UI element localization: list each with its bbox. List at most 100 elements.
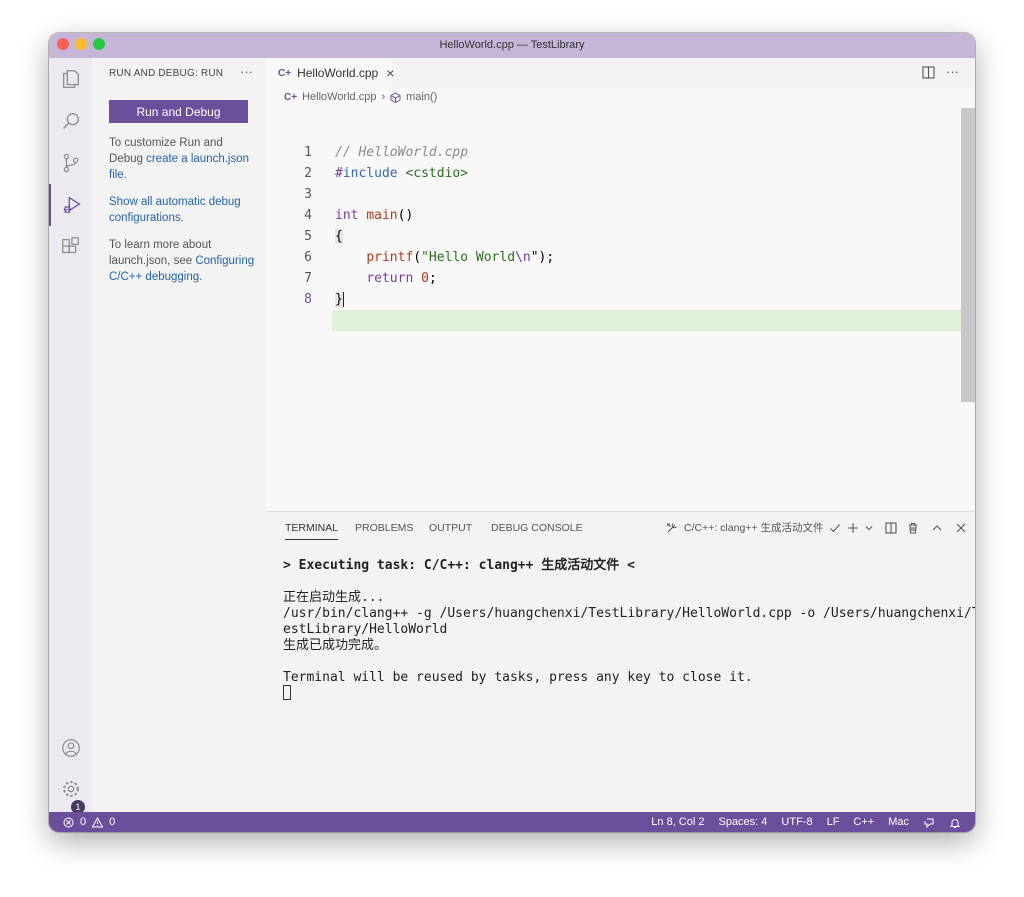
tab-debug-console[interactable]: DEBUG CONSOLE	[491, 522, 583, 534]
chevron-down-icon[interactable]	[865, 524, 873, 532]
bell-icon[interactable]	[949, 817, 961, 829]
code-comment: // HelloWorld.cpp	[335, 145, 469, 160]
source-control-icon	[63, 153, 78, 173]
extensions-icon	[61, 237, 79, 254]
customize-paragraph: To customize Run and Debug create a laun…	[109, 135, 259, 183]
current-line-highlight	[332, 310, 975, 331]
code-line: return 0;	[335, 268, 437, 289]
feedback-icon[interactable]	[923, 817, 935, 829]
terminal-line: 生成已成功完成。	[283, 638, 388, 653]
line-number: 5	[304, 229, 312, 244]
run-and-debug-button[interactable]: Run and Debug	[109, 100, 248, 123]
activity-search[interactable]	[49, 100, 92, 142]
terminal-panel: TERMINAL PROBLEMS OUTPUT DEBUG CONSOLE C…	[266, 511, 975, 812]
code-escape: \n	[515, 250, 531, 265]
activity-run-and-debug[interactable]	[49, 184, 92, 226]
account-icon	[61, 739, 80, 757]
split-terminal-icon[interactable]	[885, 521, 898, 534]
tab-helloworld-cpp[interactable]: C+ HelloWorld.cpp ×	[266, 58, 394, 88]
line-number: 2	[304, 166, 312, 181]
terminal-line: 正在启动生成...	[283, 590, 385, 605]
code-editor[interactable]: C+ HelloWorld.cpp › main() 1 2 3 4 5 6 7…	[266, 88, 975, 511]
line-number: 1	[304, 145, 312, 160]
status-right: Ln 8, Col 2 Spaces: 4 UTF-8 LF C++ Mac	[651, 816, 961, 829]
breadcrumb-symbol[interactable]: main()	[406, 91, 437, 103]
vscode-window: HelloWorld.cpp — TestLibrary 1 RUN AND D…	[49, 33, 975, 832]
editor-more-button[interactable]: ···	[946, 64, 959, 79]
tab-close-icon[interactable]: ×	[386, 65, 394, 81]
code-token: ");	[530, 250, 555, 265]
activity-source-control[interactable]	[49, 142, 92, 184]
automatic-configs-paragraph: Show all automatic debug configurations.	[109, 194, 259, 226]
cube-symbol-icon	[390, 91, 401, 103]
close-panel-icon[interactable]	[955, 522, 967, 534]
indentation[interactable]: Spaces: 4	[718, 816, 767, 829]
tab-problems[interactable]: PROBLEMS	[355, 522, 413, 534]
line-number: 6	[304, 250, 312, 265]
learn-more-paragraph: To learn more about launch.json, see Con…	[109, 237, 259, 285]
terminal-cursor[interactable]	[283, 685, 291, 700]
code-line: int main()	[335, 205, 413, 226]
editor-tab-bar: C+ HelloWorld.cpp × ···	[266, 58, 975, 88]
code-string: "Hello World	[421, 250, 516, 265]
cpp-file-icon: C+	[284, 91, 298, 103]
code-brace: }	[335, 292, 344, 307]
terminal-line: > Executing task: C/C++: clang++ 生成活动文件 …	[283, 558, 635, 573]
activity-extensions[interactable]	[49, 226, 92, 268]
code-brace: {	[335, 229, 343, 244]
code-token: ;	[428, 271, 437, 286]
check-icon[interactable]	[829, 522, 841, 534]
error-count: 0	[80, 816, 87, 828]
code-line: // HelloWorld.cpp	[335, 142, 468, 163]
editor-scrollbar[interactable]	[961, 108, 975, 402]
run-debug-sidebar: RUN AND DEBUG: RUN ··· Run and Debug To …	[92, 58, 266, 812]
activity-bar: 1	[49, 58, 92, 814]
show-automatic-configs-link[interactable]: Show all automatic debug configurations.	[109, 196, 241, 224]
code-line: {	[335, 226, 343, 247]
activity-accounts[interactable]	[49, 727, 92, 769]
line-number: 3	[304, 187, 312, 202]
breadcrumb: C+ HelloWorld.cpp › main()	[284, 91, 437, 103]
code-token: ()	[397, 208, 414, 223]
tab-terminal[interactable]: TERMINAL	[285, 522, 339, 540]
terminal-toolbar: C/C++: clang++ 生成活动文件	[666, 520, 967, 535]
gear-icon	[62, 781, 79, 797]
language-mode[interactable]: C++	[853, 816, 874, 829]
breadcrumb-file[interactable]: HelloWorld.cpp	[302, 91, 376, 103]
trash-icon[interactable]	[907, 522, 919, 534]
error-icon	[63, 817, 74, 828]
code-token: (	[413, 250, 422, 265]
code-function: main	[366, 208, 398, 223]
warning-icon	[92, 817, 104, 828]
files-icon	[62, 70, 79, 88]
breadcrumb-separator: ›	[381, 91, 386, 103]
terminal-line: /usr/bin/clang++ -g /Users/huangchenxi/T…	[283, 606, 975, 621]
tab-output[interactable]: OUTPUT	[429, 522, 472, 534]
run-debug-icon	[63, 196, 81, 214]
status-problems[interactable]: 0 0	[63, 816, 115, 828]
window-title: HelloWorld.cpp — TestLibrary	[439, 39, 585, 51]
code-keyword: int	[335, 208, 359, 223]
sidebar-more-button[interactable]: ···	[240, 64, 253, 79]
platform[interactable]: Mac	[888, 816, 909, 829]
cursor-position[interactable]: Ln 8, Col 2	[651, 816, 704, 829]
end-of-line[interactable]: LF	[827, 816, 840, 829]
tools-icon	[666, 522, 677, 532]
activity-manage[interactable]: 1	[49, 768, 92, 814]
code-token: #	[335, 166, 343, 181]
line-number: 7	[304, 271, 312, 286]
chevron-up-icon[interactable]	[931, 522, 943, 534]
cpp-file-icon: C+	[278, 67, 292, 79]
activity-explorer[interactable]	[49, 58, 92, 100]
code-line: }	[335, 289, 344, 310]
task-selector[interactable]: C/C++: clang++ 生成活动文件	[684, 520, 823, 535]
code-keyword: include	[342, 166, 398, 181]
code-line: printf("Hello World\n");	[335, 247, 554, 268]
plus-icon[interactable]	[847, 522, 859, 534]
sidebar-title: RUN AND DEBUG: RUN	[109, 68, 224, 79]
split-editor-icon[interactable]	[922, 66, 935, 79]
encoding[interactable]: UTF-8	[781, 816, 812, 829]
